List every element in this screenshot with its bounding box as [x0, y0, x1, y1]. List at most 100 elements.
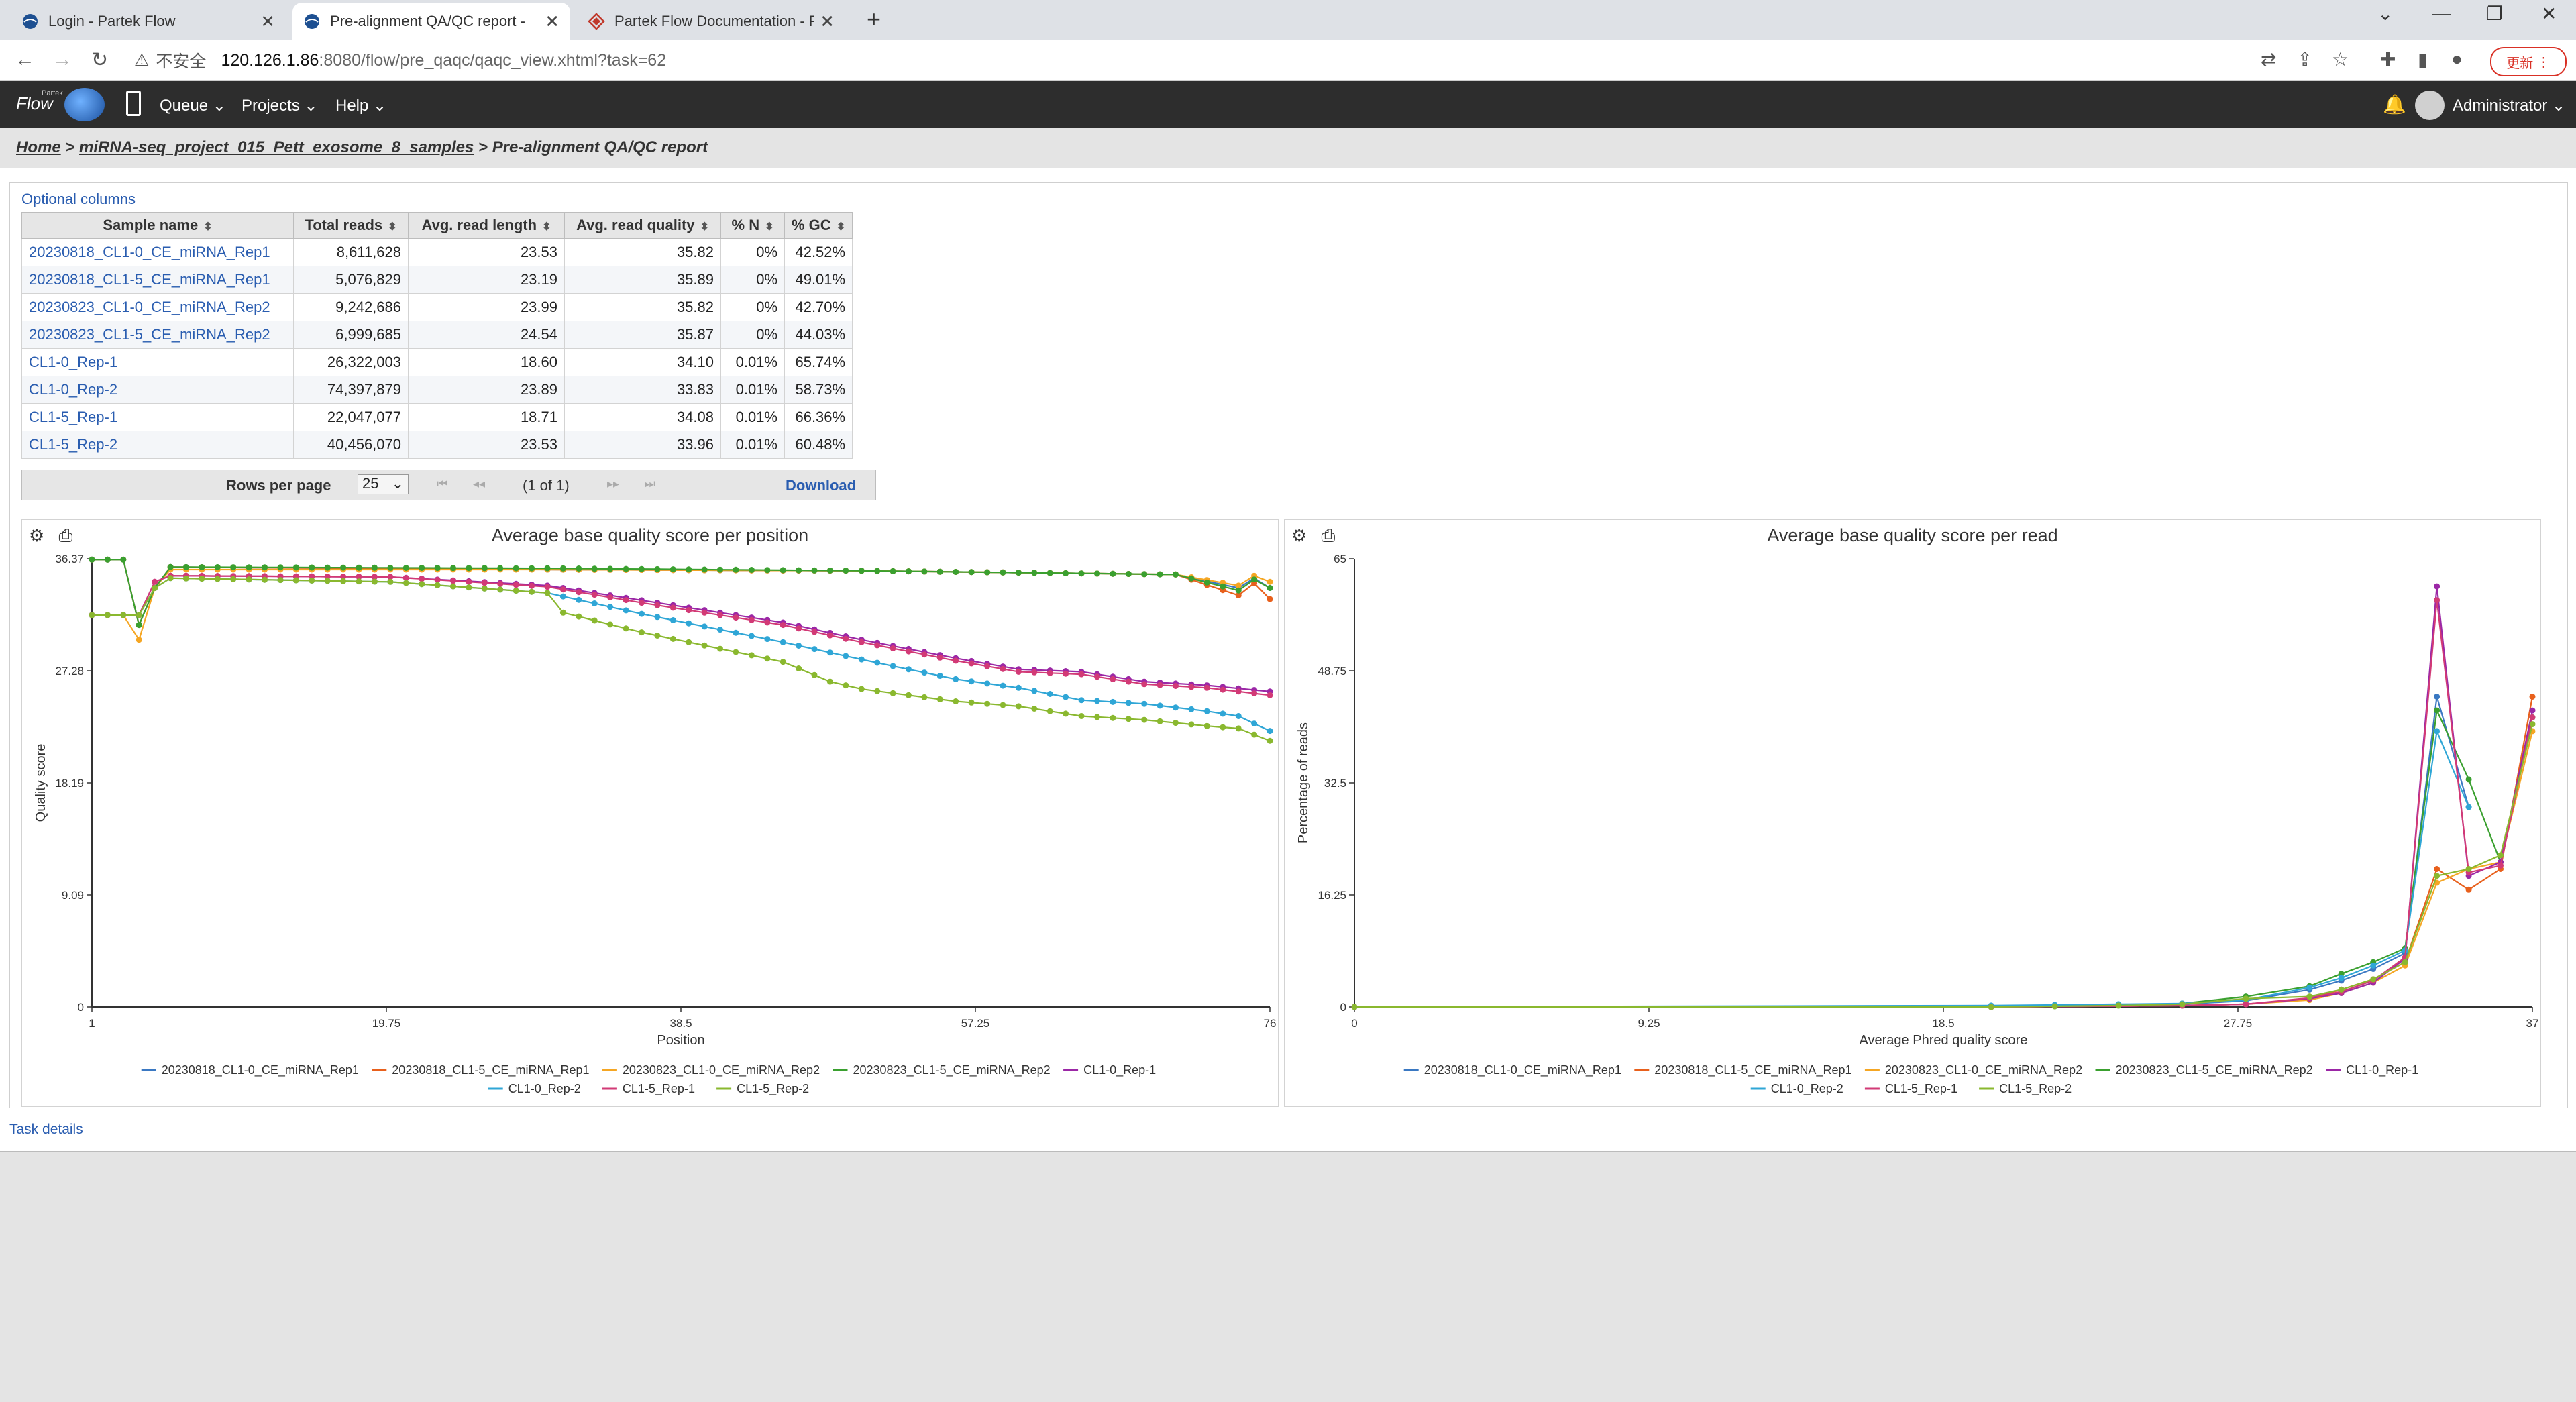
- data-point[interactable]: [953, 657, 959, 664]
- data-point[interactable]: [2465, 866, 2472, 872]
- series-line[interactable]: [92, 575, 1271, 692]
- close-window-icon[interactable]: ✕: [2541, 3, 2557, 25]
- browser-tab-login[interactable]: Login - Partek Flow ✕: [11, 3, 286, 40]
- data-point[interactable]: [2434, 866, 2440, 872]
- data-point[interactable]: [387, 578, 394, 585]
- data-point[interactable]: [529, 582, 535, 589]
- menu-projects[interactable]: Projects ⌄: [241, 96, 317, 115]
- data-point[interactable]: [717, 566, 723, 573]
- data-point[interactable]: [559, 609, 566, 616]
- close-tab-icon[interactable]: ✕: [545, 11, 559, 32]
- data-point[interactable]: [1078, 671, 1085, 678]
- data-point[interactable]: [936, 673, 943, 679]
- data-point[interactable]: [843, 568, 849, 574]
- data-point[interactable]: [921, 651, 928, 658]
- data-point[interactable]: [826, 678, 833, 685]
- data-point[interactable]: [230, 564, 237, 571]
- data-point[interactable]: [2243, 1001, 2249, 1008]
- data-point[interactable]: [811, 646, 818, 653]
- data-point[interactable]: [576, 565, 582, 572]
- column-header-percent-gc[interactable]: % GC ⬍: [784, 212, 853, 239]
- tab-search-icon[interactable]: ⌄: [2377, 3, 2393, 25]
- sort-icon[interactable]: ⬍: [542, 221, 551, 233]
- data-point[interactable]: [152, 585, 158, 591]
- data-point[interactable]: [1046, 669, 1053, 676]
- data-point[interactable]: [654, 633, 661, 639]
- data-point[interactable]: [1188, 706, 1195, 712]
- data-point[interactable]: [1110, 676, 1116, 682]
- data-point[interactable]: [120, 556, 127, 563]
- download-link[interactable]: Download: [786, 477, 856, 494]
- data-point[interactable]: [1220, 724, 1226, 731]
- data-point[interactable]: [1188, 721, 1195, 728]
- data-point[interactable]: [2434, 694, 2440, 700]
- menu-help[interactable]: Help ⌄: [335, 96, 386, 115]
- series-line[interactable]: [1354, 724, 2534, 1008]
- column-header-percent-n[interactable]: % N ⬍: [720, 212, 785, 239]
- data-point[interactable]: [1094, 673, 1100, 680]
- data-point[interactable]: [2498, 862, 2504, 869]
- data-point[interactable]: [1188, 575, 1195, 582]
- legend-item[interactable]: CL1-0_Rep-1: [1063, 1063, 1156, 1077]
- data-point[interactable]: [1031, 570, 1038, 576]
- data-point[interactable]: [1015, 668, 1022, 675]
- data-point[interactable]: [2243, 995, 2249, 1002]
- data-point[interactable]: [2529, 714, 2536, 720]
- data-point[interactable]: [419, 581, 425, 588]
- data-point[interactable]: [906, 648, 912, 655]
- menu-queue[interactable]: Queue ⌄: [160, 96, 226, 115]
- data-point[interactable]: [591, 592, 598, 598]
- data-point[interactable]: [2115, 1002, 2122, 1009]
- data-point[interactable]: [1251, 690, 1258, 697]
- data-point[interactable]: [1125, 700, 1132, 706]
- data-point[interactable]: [1000, 682, 1006, 689]
- data-point[interactable]: [1141, 700, 1148, 707]
- data-point[interactable]: [2529, 721, 2536, 728]
- data-point[interactable]: [544, 565, 551, 572]
- data-point[interactable]: [843, 635, 849, 642]
- data-point[interactable]: [513, 565, 519, 572]
- data-point[interactable]: [450, 565, 456, 572]
- chart-export-icon[interactable]: ⎙: [1322, 525, 1336, 545]
- data-point[interactable]: [214, 564, 221, 570]
- user-menu[interactable]: Administrator ⌄: [2453, 96, 2565, 115]
- new-tab-icon[interactable]: +: [867, 5, 881, 34]
- data-point[interactable]: [1000, 665, 1006, 672]
- data-point[interactable]: [796, 567, 802, 574]
- chart-settings-icon[interactable]: ⚙: [1291, 525, 1307, 545]
- series-line[interactable]: [92, 575, 1271, 696]
- close-tab-icon[interactable]: ✕: [820, 11, 835, 32]
- data-point[interactable]: [639, 600, 645, 606]
- data-point[interactable]: [796, 665, 802, 671]
- data-point[interactable]: [2370, 976, 2377, 983]
- data-point[interactable]: [826, 632, 833, 639]
- partek-logo-icon[interactable]: [64, 88, 105, 121]
- column-header-avg-read-quality[interactable]: Avg. read quality ⬍: [564, 212, 721, 239]
- series-line[interactable]: [1354, 696, 2470, 1008]
- breadcrumb-home[interactable]: Home: [16, 138, 61, 156]
- data-point[interactable]: [214, 576, 221, 582]
- data-point[interactable]: [1188, 684, 1195, 690]
- chart-export-icon[interactable]: ⎙: [59, 525, 73, 545]
- logo-text[interactable]: Flow: [16, 93, 53, 114]
- data-point[interactable]: [1203, 579, 1210, 586]
- optional-columns-link[interactable]: Optional columns: [21, 191, 136, 208]
- data-point[interactable]: [1046, 570, 1053, 576]
- data-point[interactable]: [686, 607, 692, 614]
- data-point[interactable]: [576, 589, 582, 596]
- data-point[interactable]: [1031, 669, 1038, 676]
- data-point[interactable]: [1220, 710, 1226, 717]
- series-line[interactable]: [92, 577, 1271, 732]
- minimize-icon[interactable]: —: [2432, 3, 2451, 24]
- reload-icon[interactable]: ↻: [91, 48, 108, 72]
- data-point[interactable]: [748, 652, 755, 659]
- data-point[interactable]: [623, 597, 629, 604]
- data-point[interactable]: [1267, 578, 1273, 585]
- data-point[interactable]: [89, 612, 95, 618]
- data-point[interactable]: [1078, 570, 1085, 577]
- data-point[interactable]: [104, 556, 111, 563]
- data-point[interactable]: [733, 566, 739, 573]
- legend-item[interactable]: 20230823_CL1-0_CE_miRNA_Rep2: [1864, 1063, 2082, 1077]
- data-point[interactable]: [623, 607, 629, 614]
- data-point[interactable]: [1110, 698, 1116, 705]
